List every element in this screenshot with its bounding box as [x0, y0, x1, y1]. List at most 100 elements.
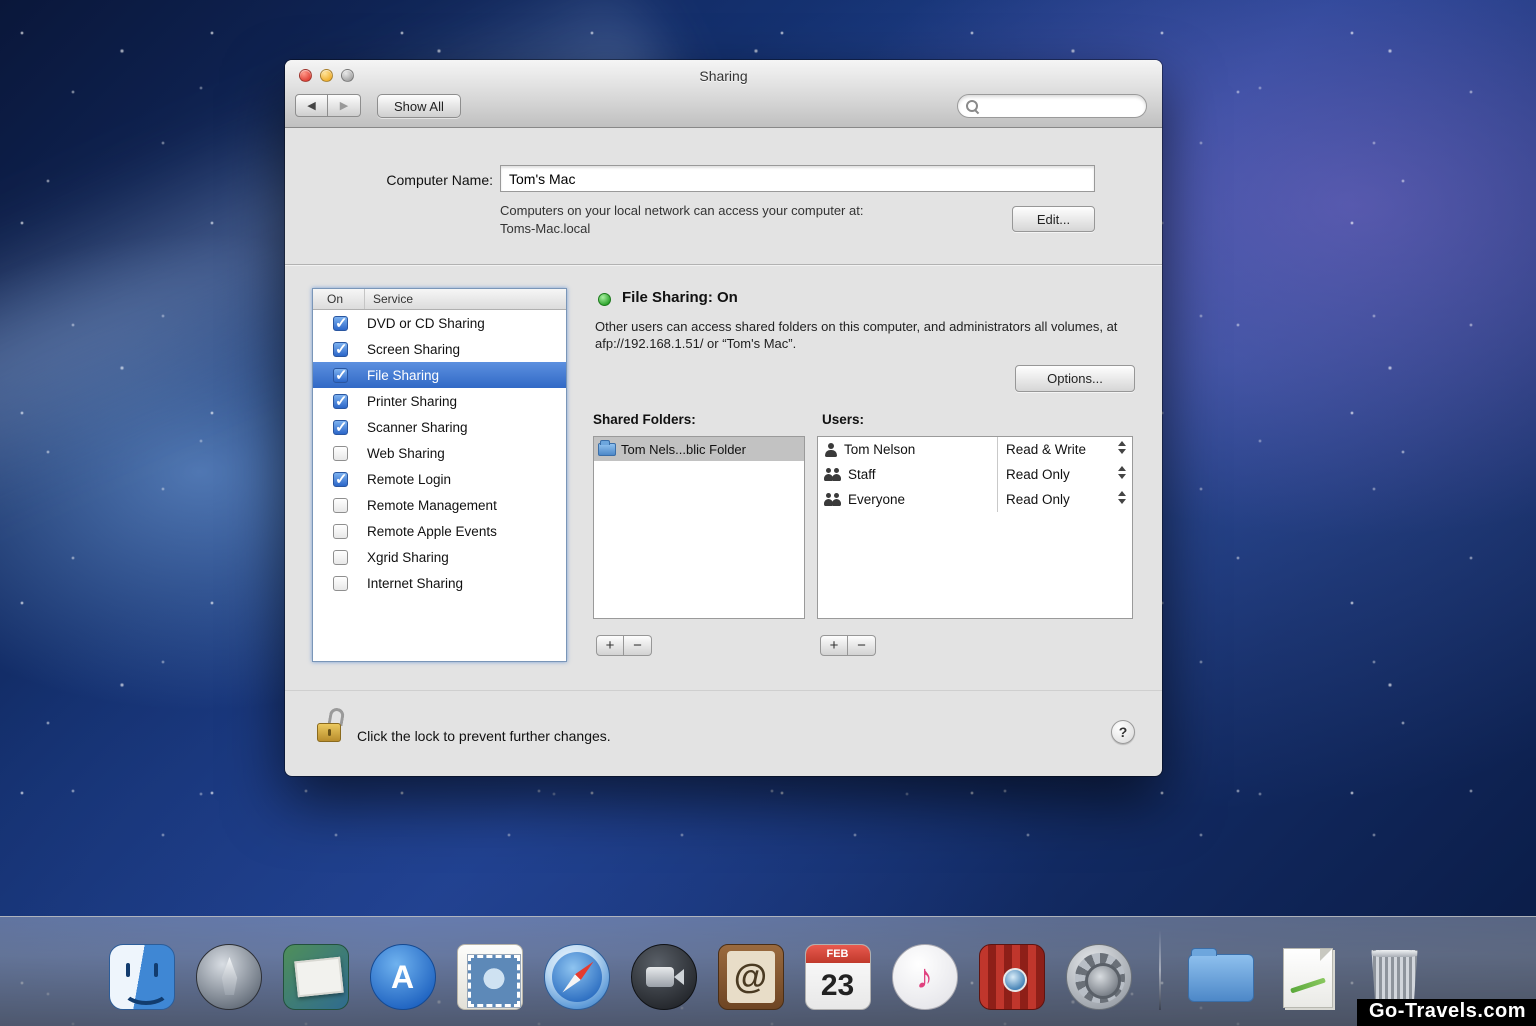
folders-add-remove: + −	[596, 635, 652, 656]
group-icon	[824, 468, 842, 482]
search-icon	[966, 100, 979, 113]
dock-app-store-icon[interactable]: A	[370, 944, 436, 1010]
show-all-button[interactable]: Show All	[377, 94, 461, 118]
dock-safari-icon[interactable]	[544, 944, 610, 1010]
service-label: Printer Sharing	[367, 394, 457, 409]
dock-launchpad-icon[interactable]	[196, 944, 262, 1010]
user-row[interactable]: Tom Nelson Read & Write	[818, 437, 1132, 462]
service-row-dvd-cd-sharing[interactable]: DVD or CD Sharing	[313, 310, 566, 336]
computer-name-input[interactable]	[500, 165, 1095, 192]
chevron-up-icon	[1118, 466, 1126, 471]
service-checkbox[interactable]	[333, 394, 348, 409]
user-name: Staff	[848, 467, 876, 482]
users-add-remove: + −	[820, 635, 876, 656]
dock-contacts-icon[interactable]: @	[718, 944, 784, 1010]
forward-button[interactable]: ▶	[328, 94, 361, 117]
file-sharing-status: File Sharing: On	[622, 289, 738, 306]
computer-name-label: Computer Name:	[285, 172, 493, 188]
service-label: Remote Login	[367, 472, 451, 487]
shared-folder-icon	[598, 443, 616, 456]
service-label: Screen Sharing	[367, 342, 460, 357]
service-label: Internet Sharing	[367, 576, 463, 591]
watermark: Go-Travels.com	[1357, 999, 1536, 1026]
dock-folder-icon[interactable]	[1188, 944, 1254, 1010]
dock-documents-icon[interactable]	[1275, 944, 1341, 1010]
service-checkbox[interactable]	[333, 316, 348, 331]
status-green-dot	[598, 293, 611, 306]
dock: A @ FEB 23 ♪	[0, 916, 1536, 1026]
permission-stepper[interactable]	[1118, 491, 1126, 504]
permission-stepper[interactable]	[1118, 466, 1126, 479]
shared-folders-list: Tom Nels...blic Folder	[593, 436, 805, 619]
dock-facetime-icon[interactable]	[631, 944, 697, 1010]
toolbar: ◀ ▶ Show All	[285, 92, 1162, 126]
dock-calendar-icon[interactable]: FEB 23	[805, 944, 871, 1010]
help-button[interactable]: ?	[1111, 720, 1135, 744]
edit-button[interactable]: Edit...	[1012, 206, 1095, 232]
add-folder-button[interactable]: +	[596, 635, 624, 656]
user-row[interactable]: Everyone Read Only	[818, 487, 1132, 512]
chevron-down-icon	[1118, 499, 1126, 504]
service-label: Web Sharing	[367, 446, 445, 461]
chevron-down-icon	[1118, 449, 1126, 454]
back-button[interactable]: ◀	[295, 94, 328, 117]
dock-mail-icon[interactable]	[457, 944, 523, 1010]
service-row-remote-management[interactable]: Remote Management	[313, 492, 566, 518]
users-list: Tom Nelson Read & Write Staff Read Only	[817, 436, 1133, 619]
dock-itunes-icon[interactable]: ♪	[892, 944, 958, 1010]
service-label: Xgrid Sharing	[367, 550, 449, 565]
chevron-up-icon	[1118, 441, 1126, 446]
computer-name-description: Computers on your local network can acce…	[500, 203, 863, 218]
add-user-button[interactable]: +	[820, 635, 848, 656]
service-checkbox[interactable]	[333, 342, 348, 357]
search-input[interactable]	[979, 96, 1146, 116]
service-row-remote-login[interactable]: Remote Login	[313, 466, 566, 492]
search-field[interactable]	[957, 94, 1147, 118]
remove-folder-button[interactable]: −	[624, 635, 652, 656]
service-checkbox[interactable]	[333, 420, 348, 435]
service-checkbox[interactable]	[333, 576, 348, 591]
title-bar[interactable]: Sharing ◀ ▶ Show All	[285, 60, 1162, 128]
users-label: Users:	[822, 412, 864, 427]
remove-user-button[interactable]: −	[848, 635, 876, 656]
permission-value: Read & Write	[1006, 442, 1086, 457]
service-checkbox[interactable]	[333, 550, 348, 565]
window-title: Sharing	[285, 68, 1162, 84]
sharing-window: Sharing ◀ ▶ Show All Computer Name: Comp…	[285, 60, 1162, 776]
shared-folder-row[interactable]: Tom Nels...blic Folder	[594, 437, 804, 461]
service-checkbox[interactable]	[333, 472, 348, 487]
shared-folders-label: Shared Folders:	[593, 412, 696, 427]
footer-divider	[285, 690, 1162, 691]
shared-folder-name: Tom Nels...blic Folder	[621, 442, 746, 457]
section-divider	[285, 264, 1162, 266]
service-label: Remote Management	[367, 498, 497, 513]
permission-value: Read Only	[1006, 492, 1070, 507]
lock-hint-text: Click the lock to prevent further change…	[357, 728, 611, 744]
service-row-screen-sharing[interactable]: Screen Sharing	[313, 336, 566, 362]
service-row-scanner-sharing[interactable]: Scanner Sharing	[313, 414, 566, 440]
lock-icon[interactable]	[317, 708, 347, 750]
service-checkbox[interactable]	[333, 368, 348, 383]
service-row-internet-sharing[interactable]: Internet Sharing	[313, 570, 566, 596]
file-sharing-description: Other users can access shared folders on…	[595, 318, 1135, 352]
options-button[interactable]: Options...	[1015, 365, 1135, 392]
user-name: Tom Nelson	[844, 442, 915, 457]
chevron-down-icon	[1118, 474, 1126, 479]
permission-stepper[interactable]	[1118, 441, 1126, 454]
user-row[interactable]: Staff Read Only	[818, 462, 1132, 487]
computer-name-hostname: Toms-Mac.local	[500, 221, 590, 236]
desktop-wallpaper: Sharing ◀ ▶ Show All Computer Name: Comp…	[0, 0, 1536, 1026]
dock-photos-icon[interactable]	[283, 944, 349, 1010]
service-checkbox[interactable]	[333, 446, 348, 461]
service-row-remote-apple-events[interactable]: Remote Apple Events	[313, 518, 566, 544]
dock-photo-booth-icon[interactable]	[979, 944, 1045, 1010]
service-checkbox[interactable]	[333, 498, 348, 513]
service-row-web-sharing[interactable]: Web Sharing	[313, 440, 566, 466]
service-checkbox[interactable]	[333, 524, 348, 539]
service-row-printer-sharing[interactable]: Printer Sharing	[313, 388, 566, 414]
service-row-file-sharing[interactable]: File Sharing	[313, 362, 566, 388]
service-row-xgrid-sharing[interactable]: Xgrid Sharing	[313, 544, 566, 570]
dock-system-preferences-icon[interactable]	[1066, 944, 1132, 1010]
dock-finder-icon[interactable]	[109, 944, 175, 1010]
on-column-header: On	[313, 289, 365, 309]
